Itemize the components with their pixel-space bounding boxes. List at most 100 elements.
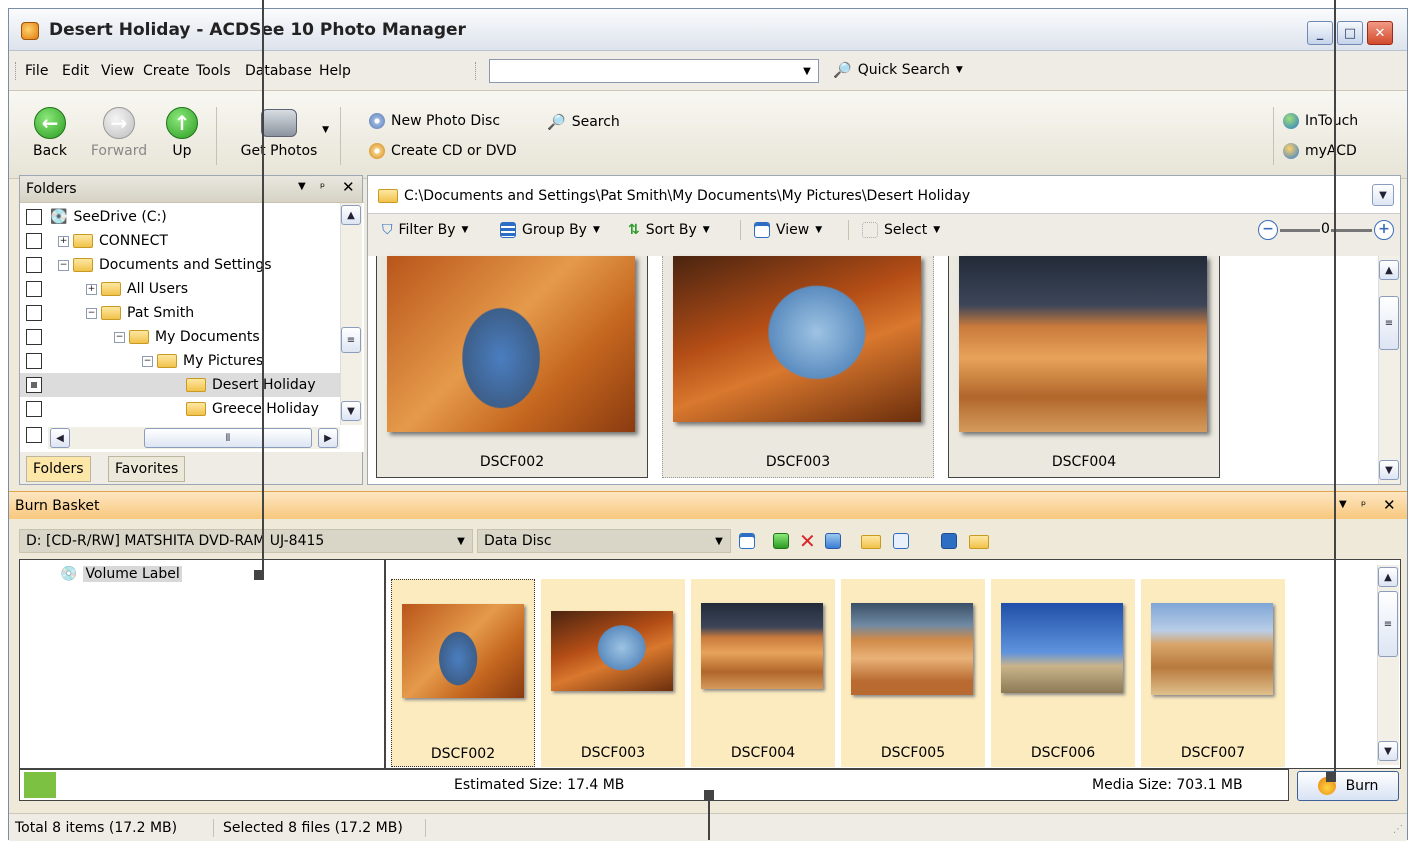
checkbox[interactable] [26,209,42,225]
new-photo-disc-button[interactable]: New Photo Disc [369,113,500,129]
intouch-button[interactable]: InTouch [1283,113,1358,129]
tree-item-desert-holiday[interactable]: Desert Holiday [20,373,350,397]
menu-view[interactable]: View [101,63,134,79]
burn-item-dscf003[interactable]: DSCF003 [541,579,685,767]
tab-favorites[interactable]: Favorites [108,456,186,482]
tree-item-seedrive[interactable]: 💽 SeeDrive (C:) [20,205,350,229]
chevron-down-icon[interactable]: ▼ [1372,184,1394,206]
folder-tree-scrollbar[interactable]: ▲ ≡ ▼ [340,203,362,425]
forward-button[interactable]: → Forward [85,107,153,159]
tree-item-documents-settings[interactable]: − Documents and Settings [20,253,350,277]
pin-icon[interactable]: ᵖ [1361,498,1366,512]
scroll-down-icon[interactable]: ▼ [341,401,361,421]
menu-tools[interactable]: Tools [196,63,231,79]
chevron-down-icon[interactable]: ▼ [796,60,818,82]
resize-grip-icon[interactable]: ⋰ [1393,824,1403,835]
properties-icon[interactable] [739,533,755,549]
pin-icon[interactable]: ᵖ [320,180,325,194]
search-combo[interactable]: ▼ [489,59,819,83]
back-button[interactable]: ← Back [23,107,77,159]
tree-item-my-documents[interactable]: − My Documents [20,325,350,349]
filter-by-button[interactable]: ⛉ Filter By ▼ [382,222,468,238]
toolbar-grip[interactable] [15,62,18,80]
folder-tree-hscrollbar[interactable]: ◀ ⦀ ▶ [48,427,340,449]
remove-all-icon[interactable] [825,533,841,549]
minus-icon[interactable]: − [142,355,153,367]
drive-select[interactable]: D: [CD-R/RW] MATSHITA DVD-RAM UJ-8415 ▼ [19,529,473,553]
tree-item-all-users[interactable]: + All Users [20,277,350,301]
close-icon[interactable]: ✕ [342,178,355,196]
chevron-down-icon[interactable]: ▼ [298,181,306,192]
volume-label-item[interactable]: 💿 Volume Label [60,566,182,582]
burn-item-dscf005[interactable]: DSCF005 [841,579,985,767]
burn-item-dscf006[interactable]: DSCF006 [991,579,1135,767]
select-button[interactable]: Select ▼ [862,222,940,238]
burn-item-dscf004[interactable]: DSCF004 [691,579,835,767]
thumbnail-dscf002[interactable]: DSCF002 [376,256,648,478]
zoom-out-icon[interactable]: − [1258,220,1278,240]
minimize-button[interactable]: _ [1307,21,1333,45]
tab-folders[interactable]: Folders [26,456,91,482]
close-icon[interactable]: ✕ [1383,496,1396,514]
burn-item-dscf002[interactable]: DSCF002 [391,579,535,767]
scroll-up-icon[interactable]: ▲ [341,205,361,225]
plus-icon[interactable]: + [86,283,97,295]
zoom-in-icon[interactable]: + [1374,220,1394,240]
search-button[interactable]: 🔎 Search [547,113,620,131]
burn-button[interactable]: Burn [1297,771,1399,801]
scroll-right-icon[interactable]: ▶ [318,428,338,448]
plus-icon[interactable]: + [58,235,69,247]
open-folder-icon[interactable] [969,535,989,549]
sort-by-button[interactable]: ⇅ Sort By ▼ [628,222,710,238]
close-button[interactable]: ✕ [1367,21,1393,45]
zoom-slider[interactable]: − 0 + [1258,220,1394,242]
menu-create[interactable]: Create [143,63,190,79]
thumbnail-dscf004[interactable]: DSCF004 [948,256,1220,478]
toolbar-grip[interactable] [475,62,478,80]
burn-item-dscf007[interactable]: DSCF007 [1141,579,1285,767]
scroll-left-icon[interactable]: ◀ [50,428,70,448]
chevron-down-icon[interactable]: ▼ [450,530,472,552]
tree-item-greece-holiday[interactable]: Greece Holiday [20,397,350,421]
volume-label[interactable]: Volume Label [83,566,182,582]
checkbox[interactable] [26,281,42,297]
checkbox[interactable] [26,427,42,443]
minus-icon[interactable]: − [58,259,69,271]
zoom-value[interactable]: 0 [1320,221,1331,237]
thumbnail-dscf003[interactable]: DSCF003 [662,256,934,478]
chevron-down-icon[interactable]: ▼ [708,530,730,552]
tree-item-pat-smith[interactable]: − Pat Smith [20,301,350,325]
checkbox[interactable] [26,329,42,345]
maximize-button[interactable]: □ [1337,21,1363,45]
delete-icon[interactable]: ✕ [799,529,816,553]
burn-items-scrollbar[interactable]: ▲ ≡ ▼ [1377,565,1399,765]
thumbnail-scrollbar[interactable]: ▲ ≡ ▼ [1378,256,1400,484]
menu-database[interactable]: Database [245,63,312,79]
scroll-up-icon[interactable]: ▲ [1379,260,1399,280]
minus-icon[interactable]: − [86,307,97,319]
checkbox[interactable] [26,257,42,273]
scroll-thumb[interactable]: ≡ [341,327,361,353]
checkbox[interactable] [26,233,42,249]
checkbox[interactable] [26,353,42,369]
rename-icon[interactable] [893,533,909,549]
menu-help[interactable]: Help [319,63,351,79]
up-button[interactable]: ↑ Up [159,107,205,159]
save-icon[interactable] [941,533,957,549]
minus-icon[interactable]: − [114,331,125,343]
checkbox[interactable] [26,401,42,417]
group-by-button[interactable]: Group By ▼ [500,222,600,238]
tree-item-partial[interactable] [20,423,50,447]
quick-search-button[interactable]: 🔎 Quick Search ▼ [833,61,963,79]
checkbox[interactable] [26,377,42,393]
get-photos-button[interactable]: Get Photos ▼ [235,107,329,159]
scroll-down-icon[interactable]: ▼ [1379,460,1399,480]
scroll-down-icon[interactable]: ▼ [1378,741,1398,761]
scroll-thumb[interactable]: ⦀ [144,428,312,448]
view-button[interactable]: View ▼ [754,222,822,238]
checkbox[interactable] [26,305,42,321]
new-folder-icon[interactable] [861,535,881,549]
path-text[interactable]: C:\Documents and Settings\Pat Smith\My D… [404,188,970,204]
myacd-button[interactable]: myACD [1283,143,1357,159]
scroll-thumb[interactable]: ≡ [1379,296,1399,350]
